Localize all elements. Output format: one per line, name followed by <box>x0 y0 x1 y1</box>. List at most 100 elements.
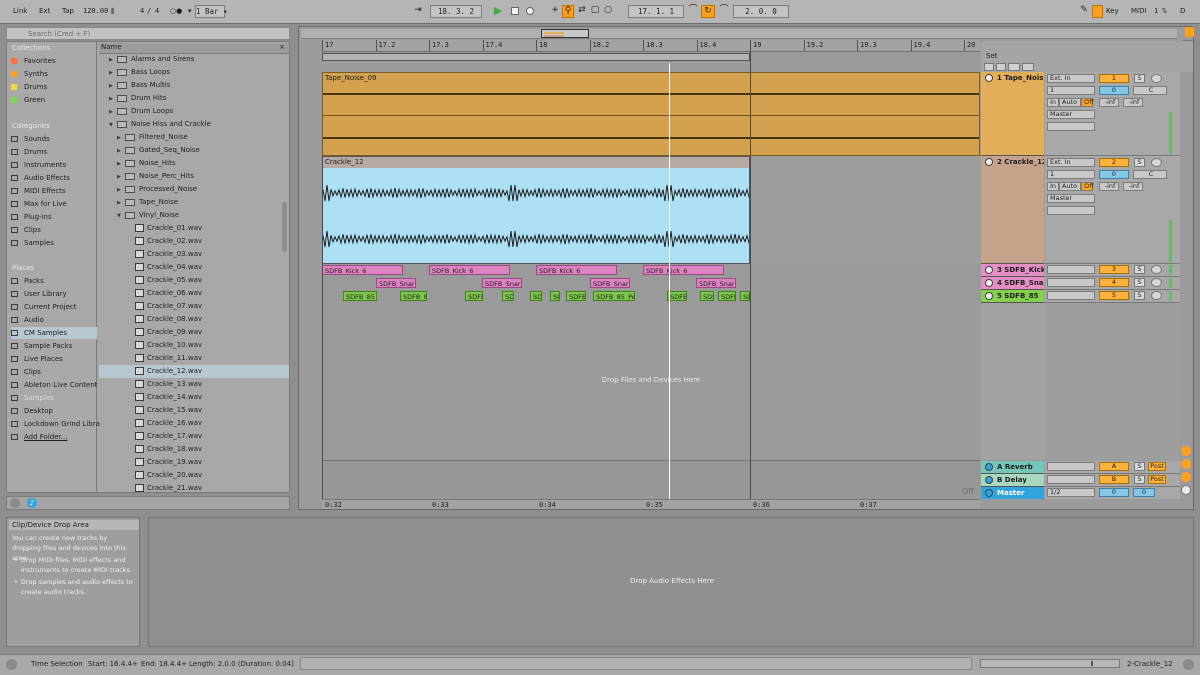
place-live-places[interactable]: Live Places <box>11 353 97 365</box>
midi-clip[interactable]: SDFB_Kick_6 <box>643 265 724 275</box>
draw-mode-icon[interactable]: ✎ <box>1078 5 1090 18</box>
category-max-for-live[interactable]: Max for Live <box>11 198 97 210</box>
back-icon[interactable] <box>984 63 994 71</box>
track-header-5[interactable]: 5 SDFB_85 5 S <box>981 290 1193 303</box>
record-button[interactable] <box>524 5 536 18</box>
device-view[interactable]: Drop Audio Effects Here <box>148 517 1194 647</box>
clip-tape-noise[interactable]: Tape_Noise_09 <box>322 72 980 156</box>
category-plug-ins[interactable]: Plug-ins <box>11 211 97 223</box>
midi-clip[interactable]: SDFB <box>667 291 687 301</box>
midi-clip[interactable]: SDFB_Kick_6 <box>322 265 403 275</box>
midi-clip[interactable]: SDFB <box>566 291 586 301</box>
solo-button[interactable]: S <box>1134 74 1145 83</box>
lock-icon[interactable] <box>1022 63 1034 71</box>
detail-toggle-icon[interactable] <box>1183 659 1194 670</box>
midi-clip[interactable]: SDFB_8 <box>400 291 427 301</box>
loop-length-field[interactable]: 2. 0. 0 <box>733 5 789 18</box>
forward-icon[interactable] <box>996 63 1006 71</box>
output-select[interactable]: Master <box>1047 110 1095 119</box>
overdub-icon[interactable]: + <box>549 5 561 18</box>
arm-button[interactable] <box>1151 265 1162 274</box>
volume-field[interactable]: 0 <box>1099 86 1129 95</box>
file-item[interactable]: Crackle_21.wav <box>99 482 289 495</box>
file-item[interactable]: Crackle_13.wav <box>99 378 289 391</box>
track-slot[interactable] <box>1047 278 1095 287</box>
midi-clip[interactable]: SDFB_85 <box>343 291 377 301</box>
track-activator-icon[interactable] <box>985 158 993 166</box>
follow-icon[interactable]: ⇥ <box>411 5 425 18</box>
monitor-auto-button[interactable]: Auto <box>1059 98 1081 107</box>
arm-button[interactable] <box>1151 74 1162 83</box>
drop-area[interactable]: Drop Files and Devices Here <box>322 303 980 460</box>
collection-favorites[interactable]: Favorites <box>11 55 97 67</box>
solo-button[interactable]: S <box>1134 462 1145 471</box>
file-item[interactable]: Crackle_12.wav <box>99 365 289 378</box>
place-samples[interactable]: Samples <box>11 392 97 404</box>
place-user-library[interactable]: User Library <box>11 288 97 300</box>
master-name[interactable]: Master <box>981 487 1044 499</box>
input-type-select[interactable]: Ext. In <box>1047 158 1095 167</box>
track-activator-icon[interactable] <box>985 74 993 82</box>
punch-in-icon[interactable]: ⌒ <box>687 5 699 18</box>
track-name-2[interactable]: 2 Crackle_12 <box>981 156 1044 264</box>
tempo-field[interactable]: 120.00 <box>83 7 108 15</box>
midi-map-button[interactable]: MIDI <box>1131 7 1147 15</box>
track-number-button[interactable]: 2 <box>1099 158 1129 167</box>
return-name[interactable]: B Delay <box>981 474 1044 487</box>
subfolder-vinyl-noise[interactable]: ▼ Vinyl_Noise <box>99 209 289 222</box>
file-item[interactable]: Crackle_20.wav <box>99 469 289 482</box>
menu-icon[interactable] <box>1185 27 1194 37</box>
subfolder-processed-noise[interactable]: ▶ Processed_Noise <box>99 183 289 196</box>
subfolder-noise-hits[interactable]: ▶ Noise_Hits <box>99 157 289 170</box>
track-activator-icon[interactable] <box>985 463 993 471</box>
output-select[interactable]: Master <box>1047 194 1095 203</box>
input-type-select[interactable]: Ext. In <box>1047 74 1095 83</box>
midi-clip[interactable]: SDFB_85_Pe <box>593 291 635 301</box>
indicator-a-icon[interactable] <box>1181 446 1191 456</box>
return-letter-button[interactable]: B <box>1099 475 1129 484</box>
place-packs[interactable]: Packs <box>11 275 97 287</box>
track-number-button[interactable]: 4 <box>1099 278 1129 287</box>
indicator-d-icon[interactable] <box>1181 485 1191 495</box>
monitor-auto-button[interactable]: Auto <box>1059 182 1081 191</box>
track-activator-icon[interactable] <box>985 279 993 287</box>
track-name-3[interactable]: 3 SDFB_Kick <box>981 264 1044 277</box>
file-item[interactable]: Crackle_14.wav <box>99 391 289 404</box>
master-output-select[interactable]: 1/2 <box>1047 488 1095 497</box>
collection-synths[interactable]: Synths <box>11 68 97 80</box>
track-number-button[interactable]: 3 <box>1099 265 1129 274</box>
browser-search-input[interactable]: Search (Cmd + F) <box>6 27 290 40</box>
midi-clip[interactable]: SD <box>502 291 514 301</box>
punch-out-icon[interactable]: ⌒ <box>718 5 730 18</box>
send-b-field[interactable]: -inf <box>1123 98 1143 107</box>
file-item[interactable]: Crackle_09.wav <box>99 326 289 339</box>
collection-drums[interactable]: Drums <box>11 81 97 93</box>
midi-clip[interactable]: SI <box>550 291 560 301</box>
track-header-4[interactable]: 4 SDFB_Sna 4 S <box>981 277 1193 290</box>
volume-field[interactable]: 0 <box>1099 170 1129 179</box>
solo-button[interactable]: S <box>1134 475 1145 484</box>
place-ableton-live-content[interactable]: Ableton Live Content <box>11 379 98 391</box>
track-name-4[interactable]: 4 SDFB_Sna <box>981 277 1044 290</box>
overview-viewport[interactable] <box>541 29 589 38</box>
return-slot[interactable] <box>1047 462 1095 471</box>
stop-button[interactable] <box>509 5 521 18</box>
folder-drum-hits[interactable]: ▶ Drum Hits <box>99 92 289 105</box>
place-sample-packs[interactable]: Sample Packs <box>11 340 97 352</box>
session-record-icon[interactable]: ○ <box>602 5 614 18</box>
folder-noise-hiss-and-crackle[interactable]: ▼ Noise Hiss and Crackle <box>99 118 289 131</box>
link-button[interactable]: Link <box>13 7 27 15</box>
return-track-b[interactable]: B Delay B S Post <box>981 474 1193 487</box>
indicator-b-icon[interactable] <box>1181 459 1191 469</box>
ext-button[interactable]: Ext <box>39 7 50 15</box>
send-a-field[interactable]: -inf <box>1099 98 1119 107</box>
track-activator-icon[interactable] <box>985 266 993 274</box>
monitor-off-button[interactable]: Off <box>1081 182 1094 191</box>
pan-field[interactable]: C <box>1133 86 1167 95</box>
input-channel-select[interactable]: 1 <box>1047 86 1095 95</box>
midi-clip[interactable]: SD <box>740 291 750 301</box>
tap-button[interactable]: Tap <box>62 7 74 15</box>
meter-numerator[interactable]: 4 <box>140 7 144 15</box>
category-samples[interactable]: Samples <box>11 237 97 249</box>
monitor-off-button[interactable]: Off <box>1081 98 1094 107</box>
